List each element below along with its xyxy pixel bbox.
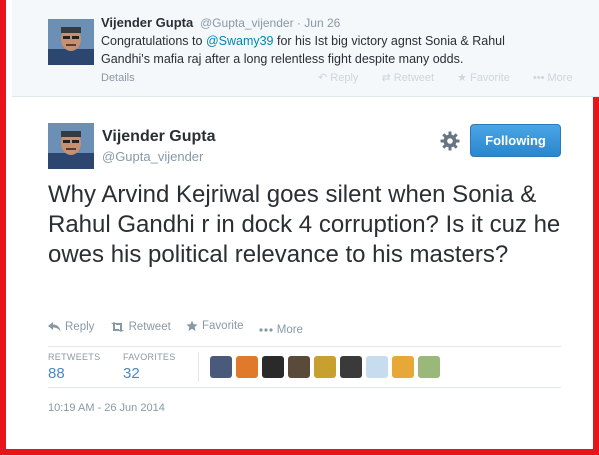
previous-tweet-text-before: Congratulations to [101,34,206,48]
favoriter-avatar[interactable] [288,356,310,378]
previous-tweet-date[interactable]: Jun 26 [304,16,340,30]
retweets-label: RETWEETS [48,352,101,362]
retweets-count: 88 [48,365,65,382]
favoriter-avatar[interactable] [392,356,414,378]
tweet-stats: RETWEETS 88 FAVORITES 32 [48,346,561,388]
mention-link[interactable]: @Swamy39 [206,34,274,48]
meta-separator: · [296,16,301,30]
previous-tweet-meta: @Gupta_vijender · Jun 26 [200,16,340,30]
previous-tweet-handle[interactable]: @Gupta_vijender [200,16,294,30]
previous-more-label: More [547,72,573,84]
previous-tweet-avatar[interactable] [48,19,94,65]
previous-tweet-text: Congratulations to @Swamy39 for his Ist … [101,32,521,68]
details-link[interactable]: Details [101,72,135,84]
previous-retweet-label: Retweet [393,72,435,84]
author-name[interactable]: Vijender Gupta [102,128,216,146]
previous-tweet-actions: ↶ Reply ⇄ Retweet ★ Favorite ••• More [318,71,593,84]
previous-tweet[interactable]: Vijender Gupta @Gupta_vijender · Jun 26 … [12,0,599,97]
more-icon [259,328,273,332]
previous-favorite-action[interactable]: ★ Favorite [457,72,520,84]
more-label: More [276,324,303,336]
favorites-stat[interactable]: FAVORITES 32 [123,352,176,382]
author-avatar[interactable] [48,123,94,169]
favorites-count: 32 [123,365,140,382]
gear-icon[interactable] [440,131,460,151]
favorite-action[interactable]: Favorite [186,320,244,332]
favorite-label: Favorite [202,320,244,332]
favoriter-avatar[interactable] [366,356,388,378]
retweets-stat[interactable]: RETWEETS 88 [48,352,100,382]
favoriter-avatar[interactable] [236,356,258,378]
retweet-icon [110,322,124,332]
reply-icon [48,322,61,332]
stats-divider [198,352,199,382]
reply-action[interactable]: Reply [48,321,94,333]
previous-reply-action[interactable]: ↶ Reply [318,72,368,84]
favoriter-avatar[interactable] [340,356,362,378]
previous-favorite-label: Favorite [470,72,510,84]
favoriter-avatar[interactable] [314,356,336,378]
favoriter-avatar[interactable] [210,356,232,378]
author-handle[interactable]: @Gupta_vijender [102,149,203,164]
favoriter-avatars [210,356,444,378]
retweet-action[interactable]: Retweet [110,321,171,333]
previous-reply-label: Reply [330,72,359,84]
previous-retweet-action[interactable]: ⇄ Retweet [381,72,444,84]
tweet-actions: Reply Retweet Favorite More [48,320,315,336]
reply-label: Reply [65,321,95,333]
tweet-text: Why Arvind Kejriwal goes silent when Son… [48,181,561,268]
favoriter-avatar[interactable] [418,356,440,378]
more-action[interactable]: More [259,324,303,336]
following-button[interactable]: Following [470,124,561,157]
tweet-card: Vijender Gupta @Gupta_vijender · Jun 26 … [0,0,599,455]
previous-tweet-author-name[interactable]: Vijender Gupta [101,15,193,30]
previous-more-action[interactable]: ••• More [533,72,583,84]
retweet-label: Retweet [128,321,171,333]
favoriter-avatar[interactable] [262,356,284,378]
tweet-timestamp[interactable]: 10:19 AM - 26 Jun 2014 [48,402,165,414]
star-icon [186,320,198,331]
favorites-label: FAVORITES [123,352,176,362]
